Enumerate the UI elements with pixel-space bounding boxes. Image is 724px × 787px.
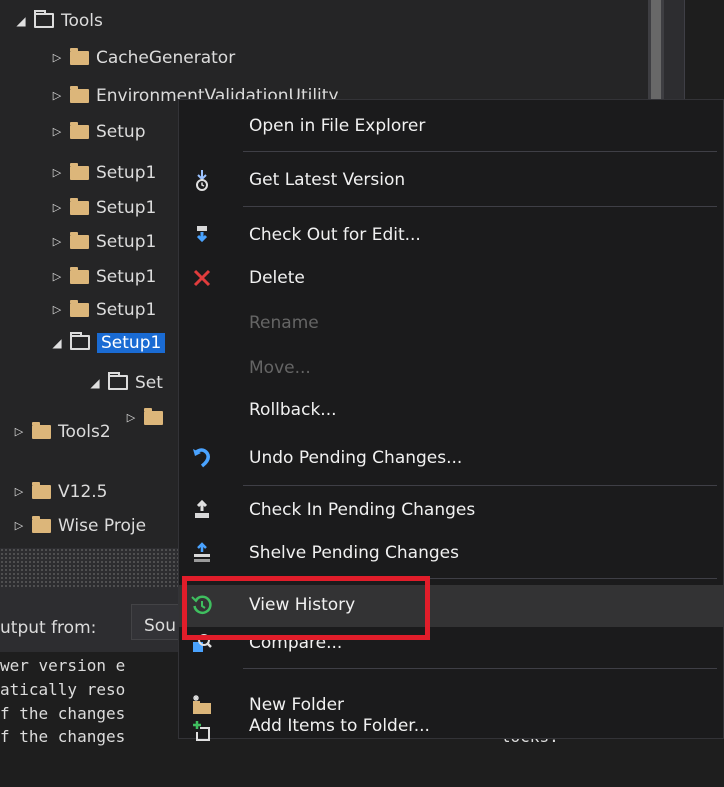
collapsed-arrow-icon[interactable]: ▷ (124, 411, 138, 424)
folder-open-icon (34, 10, 54, 28)
collapsed-arrow-icon[interactable]: ▷ (50, 125, 64, 138)
folder-icon (70, 299, 89, 317)
menu-item-open-in-file-explorer[interactable]: Open in File Explorer (179, 106, 723, 148)
tree-item[interactable]: ▷ Setup1 (50, 157, 156, 188)
folder-open-icon (108, 372, 128, 390)
tree-item-selected[interactable]: ◢ Setup1 (50, 327, 166, 358)
collapsed-arrow-icon[interactable]: ▷ (50, 51, 64, 64)
output-from-label: utput from: (0, 618, 97, 638)
folder-icon (70, 197, 89, 215)
tree-item-label: Setup1 (96, 162, 157, 183)
menu-item-check-in-pending-changes[interactable]: Check In Pending Changes (179, 490, 723, 532)
menu-item-add-items-to-folder[interactable]: Add Items to Folder... (179, 716, 723, 741)
menu-item-rollback[interactable]: Rollback... (179, 390, 723, 432)
tree-item-tools[interactable]: ◢ Tools (14, 5, 103, 36)
output-line: wer version e (0, 656, 126, 675)
context-menu: Open in File Explorer Get Latest Version… (178, 99, 724, 741)
tree-item-label: Setup1 (97, 332, 166, 353)
menu-item-undo-pending-changes[interactable]: Undo Pending Changes... (179, 438, 723, 480)
checkout-icon (189, 221, 215, 249)
collapsed-arrow-icon[interactable]: ▷ (12, 425, 26, 438)
expanded-arrow-icon[interactable]: ◢ (14, 14, 28, 28)
menu-item-move[interactable]: Move... (179, 348, 723, 390)
undo-icon (189, 444, 215, 472)
tree-item[interactable]: ▷ Setup (50, 116, 145, 147)
checkin-icon (189, 496, 215, 524)
folder-icon (144, 407, 163, 425)
tree-item-label: CacheGenerator (96, 47, 236, 68)
tree-item[interactable]: ▷ CacheGenerator (50, 42, 235, 73)
menu-item-rename[interactable]: Rename (179, 303, 723, 345)
menu-separator (243, 151, 717, 152)
delete-x-icon (189, 264, 215, 292)
folder-icon (32, 515, 51, 533)
folder-icon (70, 121, 89, 139)
expanded-arrow-icon[interactable]: ◢ (50, 336, 64, 350)
collapsed-arrow-icon[interactable]: ▷ (12, 485, 26, 498)
tree-item[interactable]: ▷ Setup1 (50, 192, 156, 223)
tree-item[interactable]: ▷ Tools2 (12, 416, 111, 447)
menu-item-shelve-pending-changes[interactable]: Shelve Pending Changes (179, 533, 723, 575)
menu-item-check-out-for-edit[interactable]: Check Out for Edit... (179, 215, 723, 257)
folder-icon (32, 421, 51, 439)
tree-item-label: Setup1 (96, 266, 157, 287)
get-latest-icon (189, 166, 215, 194)
tree-item-label: V12.5 (58, 481, 108, 502)
tree-item[interactable]: ◢ Set (88, 367, 163, 398)
folder-icon (70, 266, 89, 284)
tree-item-label: Tools (61, 10, 103, 31)
tree-item-label: Wise Proje (58, 515, 147, 536)
menu-separator (243, 668, 717, 669)
folder-icon (70, 162, 89, 180)
menu-item-get-latest-version[interactable]: Get Latest Version (179, 160, 723, 202)
tree-item[interactable]: ▷ (124, 402, 170, 433)
shelve-icon (189, 539, 215, 567)
collapsed-arrow-icon[interactable]: ▷ (12, 519, 26, 532)
collapsed-arrow-icon[interactable]: ▷ (50, 303, 64, 316)
expanded-arrow-icon[interactable]: ◢ (88, 376, 102, 390)
menu-item-delete[interactable]: Delete (179, 258, 723, 300)
tree-item[interactable]: ▷ Setup1 (50, 226, 156, 257)
tree-item[interactable]: ▷ Setup1 (50, 261, 156, 292)
tree-item-label: Setup (96, 121, 146, 142)
menu-separator (243, 485, 717, 486)
menu-separator (243, 206, 717, 207)
collapsed-arrow-icon[interactable]: ▷ (50, 166, 64, 179)
tree-item-label: Set (135, 372, 163, 393)
folder-open-icon (70, 332, 90, 350)
collapsed-arrow-icon[interactable]: ▷ (50, 270, 64, 283)
tree-item-label: Setup1 (96, 231, 157, 252)
tree-item-label: Setup1 (96, 197, 157, 218)
tree-item[interactable]: ▷ V12.5 (12, 476, 107, 507)
tree-item-label: Tools2 (58, 421, 111, 442)
collapsed-arrow-icon[interactable]: ▷ (50, 201, 64, 214)
tree-item[interactable]: ▷ Setup1 (50, 294, 156, 325)
output-source-value: Sou (144, 616, 176, 636)
folder-icon (32, 481, 51, 499)
new-folder-icon (189, 691, 215, 719)
tree-item-label: Setup1 (96, 299, 157, 320)
tree-item[interactable]: ▷ Wise Proje (12, 510, 146, 541)
folder-icon (70, 85, 89, 103)
folder-icon (70, 231, 89, 249)
collapsed-arrow-icon[interactable]: ▷ (50, 89, 64, 102)
collapsed-arrow-icon[interactable]: ▷ (50, 235, 64, 248)
add-items-icon (189, 717, 215, 745)
annotation-highlight-box (182, 576, 430, 640)
folder-icon (70, 47, 89, 65)
